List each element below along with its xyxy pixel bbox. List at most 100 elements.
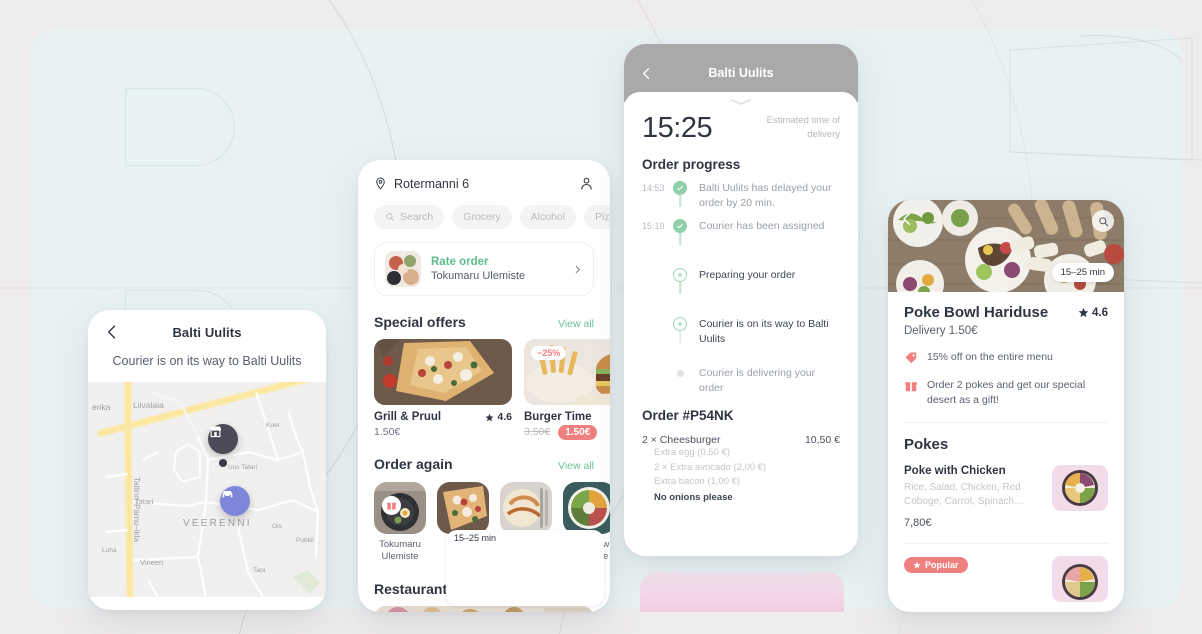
courier-status-text: Courier is on its way to Balti Uulits xyxy=(112,354,302,368)
location-selector[interactable]: Rotermanni 6 xyxy=(374,177,469,191)
order-note: No onions please xyxy=(654,492,733,504)
order-again-item-1[interactable]: Tokumaru Ulemiste xyxy=(374,482,426,563)
chip-pizza[interactable]: Pizza xyxy=(584,205,610,229)
timeline-connector xyxy=(679,329,681,343)
check-circle-icon xyxy=(673,181,687,195)
timeline-step-2-time: 15:10 xyxy=(642,221,665,231)
timeline-step-5-marker xyxy=(672,366,688,377)
eta-label: Estimated time of delivery xyxy=(766,115,840,140)
order-timeline: 14:53 Balti Uulits has delayed your orde… xyxy=(642,181,840,396)
order-again-header: Order again View all xyxy=(374,456,594,472)
chip-grocery[interactable]: Grocery xyxy=(452,205,512,229)
svg-text:VEERENNI: VEERENNI xyxy=(183,518,252,529)
chip-grocery-label: Grocery xyxy=(463,211,501,223)
chip-alcohol[interactable]: Alcohol xyxy=(519,205,577,229)
restaurant-name: Poke Bowl Hariduse xyxy=(904,304,1049,321)
svg-text:Koer: Koer xyxy=(266,422,281,429)
pink-sheet-peek xyxy=(640,572,844,612)
restaurant-search-button[interactable] xyxy=(1092,210,1114,232)
restaurant-time-badge: 15–25 min xyxy=(1051,263,1114,282)
divider xyxy=(904,421,1108,423)
order-item-price: 10,50 € xyxy=(804,434,840,447)
timeline-step-4: Courier is on its way to Balti Uulits xyxy=(642,317,840,366)
timeline-step-3: Preparing your order xyxy=(642,268,840,317)
special-offers-view-all[interactable]: View all xyxy=(558,318,594,330)
svg-text:Tara: Tara xyxy=(253,567,266,574)
timeline-step-5-text: Courier is delivering your order xyxy=(699,367,816,395)
offer-burger-row: Burger Time xyxy=(524,411,610,423)
special-offers-title: Special offers xyxy=(374,314,466,330)
offer-grill-rating-value: 4.6 xyxy=(497,411,512,423)
chip-pizza-label: Pizza xyxy=(595,211,610,223)
restaurant-hero-image: 15–25 min xyxy=(888,200,1124,292)
order-again-view-all[interactable]: View all xyxy=(558,460,594,472)
menu-item-poke-chicken[interactable]: Poke with Chicken Rice, Salad, Chicken, … xyxy=(904,464,1108,529)
offer-gift-badge xyxy=(382,496,401,515)
order-again-image-4 xyxy=(563,482,610,534)
restaurant-rating: 4.6 xyxy=(1078,307,1108,319)
order-title: Balti Uulits xyxy=(708,66,774,80)
svg-text:Uus Tatari: Uus Tatari xyxy=(228,464,257,471)
eta-time: 15:25 xyxy=(642,112,713,144)
timeline-step-4-text: Courier is on its way to Balti Uulits xyxy=(699,318,829,346)
timeline-step-1-marker xyxy=(672,181,688,207)
menu-item-name: Poke with Chicken xyxy=(904,464,1006,477)
timeline-connector xyxy=(679,280,681,294)
timeline-step-3-time xyxy=(642,268,672,270)
order-extra-3: Extra bacon (1,00 €) xyxy=(654,475,741,487)
star-icon xyxy=(1078,307,1089,318)
chevron-right-icon[interactable] xyxy=(572,264,583,275)
offer-burger-discount: −25% xyxy=(531,346,567,360)
location-pin-icon xyxy=(376,177,385,190)
promo-gift: Order 2 pokes and get our special desert… xyxy=(904,378,1108,408)
offer-burger-price: 3,50€ 1.50€ xyxy=(524,425,610,440)
rate-order-subtitle: Tokumaru Ulemiste xyxy=(431,270,526,283)
category-chips: Search Grocery Alcohol Pizza xyxy=(374,205,610,229)
store-pin[interactable] xyxy=(208,424,238,454)
user-icon[interactable] xyxy=(579,176,594,191)
offer-grill-price: 1.50€ xyxy=(374,426,401,438)
gift-icon xyxy=(905,381,917,392)
offer-card-grill[interactable]: Grill & Pruul 4.6 1.50€ xyxy=(374,339,512,438)
car-icon xyxy=(222,491,233,498)
timeline-connector xyxy=(679,193,681,207)
offer-grill-name: Grill & Pruul xyxy=(374,411,442,423)
promo-discount: 15% off on the entire menu xyxy=(904,350,1108,365)
courier-pin[interactable] xyxy=(220,486,250,516)
promo-discount-text: 15% off on the entire menu xyxy=(927,351,1053,363)
menu-item-popular[interactable]: Popular xyxy=(904,555,1108,602)
svg-text:Tallinn–Pärnu–lkla: Tallinn–Pärnu–lkla xyxy=(132,477,141,542)
order-number: Order #P54NK xyxy=(642,408,734,424)
order-again-name-1: Tokumaru Ulemiste xyxy=(379,539,421,562)
order-extra-1: Extra egg (0,50 €) xyxy=(654,447,731,459)
map-title: Balti Uulits xyxy=(172,324,242,340)
map-header: Balti Uulits Courier is on its way to Ba… xyxy=(88,310,326,382)
map-navbar: Balti Uulits xyxy=(88,310,326,354)
menu-section-title: Pokes xyxy=(904,435,949,453)
map-canvas[interactable]: erika Liivalaia Tallinn–Pärnu–lkla Tatar… xyxy=(88,382,326,597)
order-again-title: Order again xyxy=(374,456,453,472)
gift-icon xyxy=(386,502,397,510)
phone-home-feed: Rotermanni 6 Search Grocery Alcohol Piz … xyxy=(358,160,610,612)
arrow-left-icon[interactable] xyxy=(898,210,916,228)
offer-image-grill xyxy=(374,339,512,405)
rate-order-card[interactable]: Rate order Tokumaru Ulemiste xyxy=(374,242,594,296)
store-icon xyxy=(209,426,222,438)
special-offers-list: Grill & Pruul 4.6 1.50€ −25% Burger Time… xyxy=(374,339,610,440)
tag-icon xyxy=(905,352,917,364)
restaurant-rating-value: 4.6 xyxy=(1092,306,1108,319)
search-icon xyxy=(386,213,395,222)
timeline-step-4-time xyxy=(642,317,672,319)
offer-card-burger[interactable]: −25% Burger Time 3,50€ 1.50€ xyxy=(524,339,610,440)
home-topbar: Rotermanni 6 xyxy=(374,176,594,191)
restaurants-near-image[interactable] xyxy=(374,605,594,612)
svg-text:Tatari: Tatari xyxy=(135,497,154,506)
chevron-down-icon[interactable] xyxy=(730,98,752,106)
timeline-step-1-text: Balti Uulits has delayed your order by 2… xyxy=(699,182,832,210)
svg-text:Vineen: Vineen xyxy=(140,558,163,567)
arrow-left-icon[interactable] xyxy=(638,65,655,82)
timeline-step-5: Courier is delivering your order xyxy=(642,366,840,396)
search-chip[interactable]: Search xyxy=(374,205,445,229)
check-circle-icon xyxy=(673,219,687,233)
phone-restaurant: 15–25 min Poke Bowl Hariduse 4.6 Deliver… xyxy=(888,200,1124,612)
